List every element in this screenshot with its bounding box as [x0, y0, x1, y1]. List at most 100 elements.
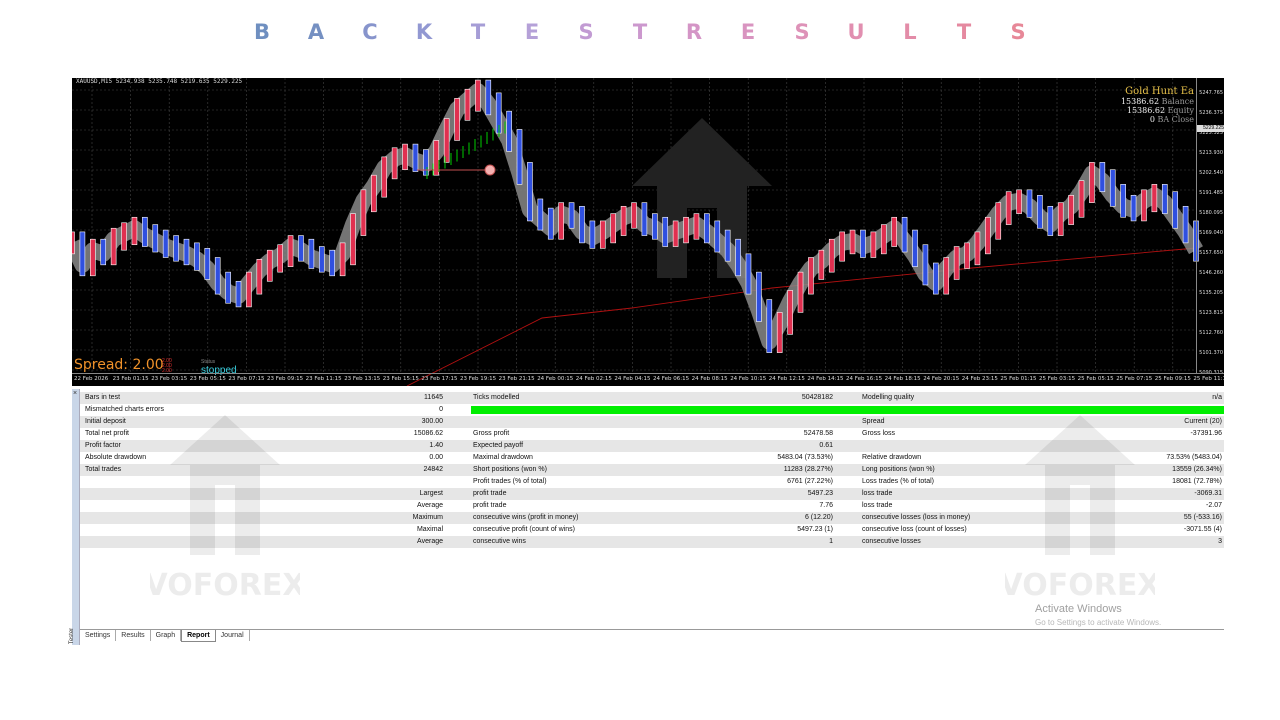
price-candle — [235, 280, 242, 308]
price-candle — [933, 262, 939, 295]
price-candle — [287, 235, 294, 267]
price-candle — [631, 202, 637, 229]
title-letter: R — [685, 20, 703, 44]
price-candle — [79, 231, 86, 277]
price-candle — [620, 205, 627, 236]
time-tick-label: 24 Feb 23:15 — [961, 376, 998, 382]
price-candle — [568, 202, 575, 229]
price-candle — [371, 174, 377, 213]
time-tick-label: 23 Feb 11:15 — [305, 376, 342, 382]
price-tick-label: 5112.760 — [1199, 330, 1223, 336]
price-tick-label: 5180.095 — [1199, 210, 1223, 216]
price-candle — [1182, 205, 1189, 244]
price-candle — [298, 235, 304, 262]
time-tick-label: 24 Feb 20:15 — [923, 376, 960, 382]
report-cell-v1: Maximal — [416, 526, 443, 533]
price-candle — [485, 79, 492, 116]
time-tick-label: 24 Feb 00:15 — [537, 376, 574, 382]
price-candle — [901, 216, 908, 253]
activate-windows-subtitle: Go to Settings to activate Windows. — [1035, 618, 1162, 627]
price-candle — [391, 147, 398, 180]
price-chart[interactable]: XAUUSD,M15 5234.938 5235.748 5219.635 52… — [72, 78, 1224, 386]
price-candle — [183, 238, 190, 266]
time-axis[interactable]: 22 Feb 2026 23 Feb 01:15 23 Feb 03:15 23 Fe… — [72, 373, 1224, 386]
report-cell-c2: profit trade — [473, 502, 507, 509]
title-letter: S — [1010, 20, 1026, 44]
price-candle — [652, 213, 658, 240]
report-cell-c2: Profit trades (% of total) — [473, 478, 547, 485]
price-candle — [849, 229, 856, 255]
price-tick-label: 5191.485 — [1199, 190, 1223, 196]
report-cell-v1: 0 — [439, 406, 443, 413]
watermark-text-right: VOFOREX — [1005, 568, 1155, 603]
tester-side-label: Tester — [69, 627, 76, 645]
time-tick-label: 25 Feb 09:15 — [1154, 376, 1191, 382]
report-cell-v2: 11283 (28.27%) — [783, 466, 833, 473]
price-candle — [839, 231, 845, 262]
price-candle — [558, 202, 564, 240]
title-letter: E — [740, 20, 756, 44]
report-cell-v1: 300.00 — [421, 418, 443, 425]
price-candle — [225, 271, 231, 304]
price-tick-label: 5236.375 — [1199, 110, 1223, 116]
tab-graph[interactable]: Graph — [151, 630, 182, 641]
time-tick-label: 23 Feb 05:15 — [189, 376, 226, 382]
price-candle — [464, 88, 471, 121]
report-cell-v2: 5497.23 — [807, 490, 833, 497]
time-tick-label: 24 Feb 12:15 — [768, 376, 805, 382]
report-cell-v2: 1 — [829, 538, 833, 545]
price-candle — [1109, 169, 1116, 207]
price-candle — [266, 249, 273, 282]
ea-title: Gold Hunt Ea — [1125, 86, 1194, 97]
price-candle — [246, 271, 252, 308]
ba-close-value: 0 — [1149, 115, 1155, 124]
price-candle — [714, 220, 721, 253]
price-candle — [735, 238, 741, 277]
price-candle — [610, 213, 616, 244]
price-candle — [808, 257, 814, 295]
price-candle — [162, 229, 169, 258]
report-cell-c3: Modelling quality — [862, 394, 915, 401]
report-cell-v2: 6761 (27.22%) — [787, 478, 833, 485]
price-tick-label: 5202.540 — [1199, 170, 1223, 176]
report-cell-c2: Ticks modelled — [473, 394, 520, 401]
time-tick-label: 22 Feb 2026 — [74, 376, 109, 382]
time-tick-label: 25 Feb 01:15 — [1000, 376, 1037, 382]
report-cell-v1: 0.00 — [429, 454, 443, 461]
price-candle — [402, 143, 408, 171]
close-icon[interactable]: × — [73, 390, 77, 397]
time-tick-label: 24 Feb 18:15 — [884, 376, 921, 382]
title-letter: U — [847, 20, 865, 44]
price-axis[interactable]: 5247.765 5236.375 5225.325 5213.930 5202.540… — [1196, 78, 1224, 376]
report-cell-v1: 24842 — [423, 466, 443, 473]
chart-canvas — [72, 78, 1203, 386]
tab-report[interactable]: Report — [181, 630, 216, 642]
title-letter: E — [524, 20, 540, 44]
order-marker — [484, 164, 496, 176]
tab-journal[interactable]: Journal — [216, 630, 250, 641]
price-candle — [110, 227, 117, 266]
price-candle — [527, 162, 533, 222]
price-candle — [1120, 184, 1126, 218]
tab-settings[interactable]: Settings — [80, 630, 117, 641]
title-letter: B — [253, 20, 270, 44]
report-cell-v1: Average — [417, 538, 443, 545]
tab-results[interactable]: Results — [116, 630, 151, 641]
price-candle — [256, 259, 263, 295]
price-candle — [589, 220, 596, 249]
title-letter: T — [956, 20, 972, 44]
ba-close-label: BA Close — [1157, 115, 1194, 124]
price-candle — [745, 253, 752, 295]
report-cell-v1: 15086.62 — [413, 430, 443, 437]
price-candle — [579, 205, 585, 244]
report-cell-c2: profit trade — [473, 490, 507, 497]
price-tick-label: 5169.040 — [1199, 230, 1223, 236]
report-cell-v1: 11645 — [424, 394, 443, 401]
price-candle — [693, 213, 700, 240]
report-cell-c2: Short positions (won %) — [473, 466, 547, 473]
price-candle — [797, 271, 804, 313]
title-letter: T — [632, 20, 648, 44]
report-cell-v2: 5483.04 (73.53%) — [777, 454, 833, 461]
price-candle — [860, 229, 866, 258]
report-cell-v1: Largest — [419, 490, 443, 497]
